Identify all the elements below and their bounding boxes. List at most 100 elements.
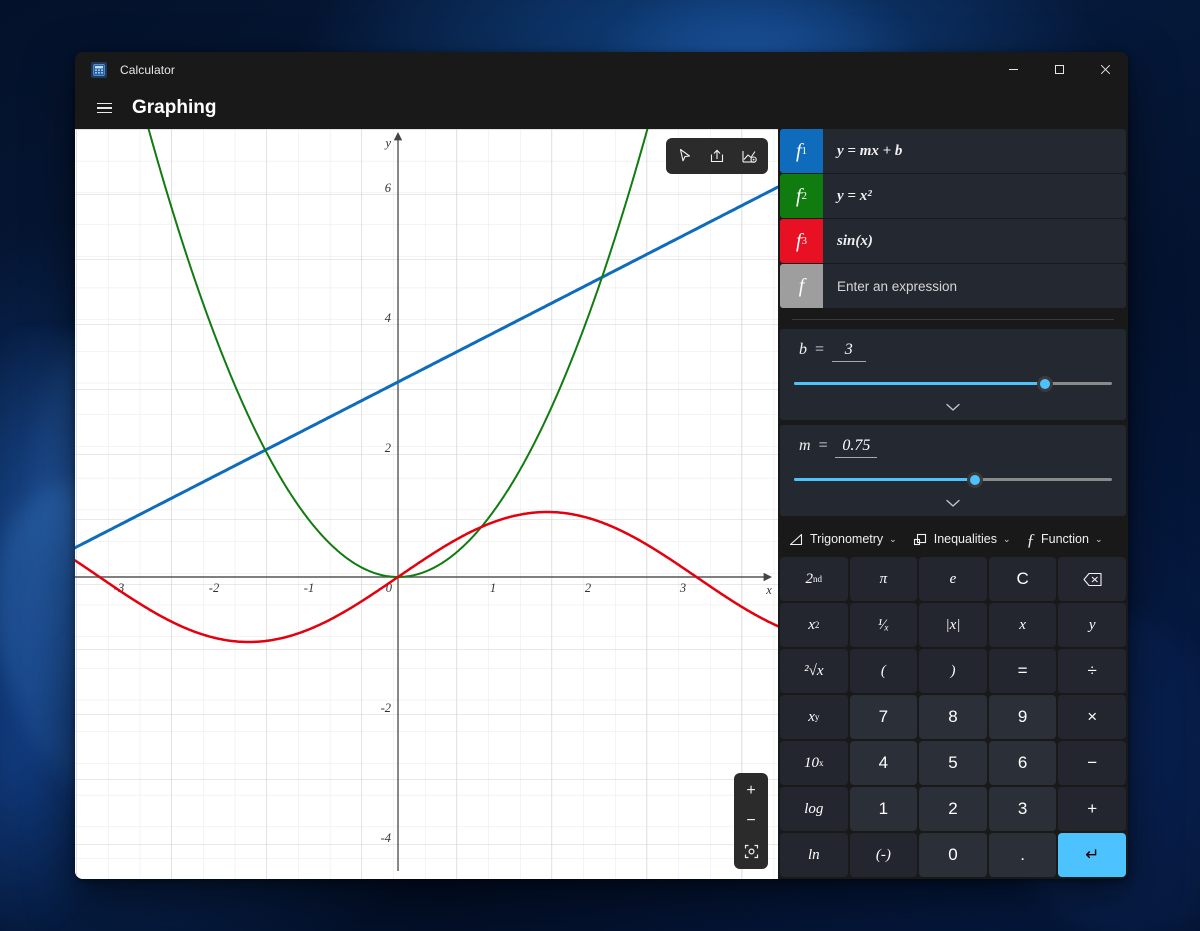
share-icon[interactable] <box>702 141 732 171</box>
key-four[interactable]: 4 <box>850 741 918 785</box>
key-pi[interactable]: π <box>850 557 918 601</box>
key-power[interactable]: xy <box>780 695 848 739</box>
trigonometry-menu[interactable]: Trigonometry ⌄ <box>784 528 902 551</box>
inequalities-menu[interactable]: Inequalities ⌄ <box>908 528 1016 551</box>
key-close-paren[interactable]: ) <box>919 649 987 693</box>
key-variable-y[interactable]: y <box>1058 603 1126 647</box>
equation-color-chip[interactable]: f2 <box>780 174 823 218</box>
key-square-root[interactable]: ²√x <box>780 649 848 693</box>
expression-input[interactable]: Enter an expression <box>823 264 1126 308</box>
variable-header: m=0.75 <box>799 437 1112 458</box>
key-clear[interactable]: C <box>989 557 1057 601</box>
key-square[interactable]: x2 <box>780 603 848 647</box>
trace-icon[interactable] <box>670 141 700 171</box>
equation-color-chip[interactable]: f <box>780 264 823 308</box>
key-decimal[interactable]: . <box>989 833 1057 877</box>
svg-text:-1: -1 <box>304 581 314 595</box>
variable-slider[interactable] <box>794 466 1112 494</box>
maximize-button[interactable] <box>1036 52 1082 87</box>
svg-text:3: 3 <box>679 581 686 595</box>
close-button[interactable] <box>1082 52 1128 87</box>
key-label: 6 <box>1018 753 1027 773</box>
key-six[interactable]: 6 <box>989 741 1057 785</box>
equation-color-chip[interactable]: f1 <box>780 129 823 173</box>
keypad-category-bar: Trigonometry ⌄ Inequalities ⌄ ƒ Func <box>778 521 1128 557</box>
key-label: ÷ <box>1088 661 1097 681</box>
key-label: ( <box>881 663 886 680</box>
key-zero[interactable]: 0 <box>919 833 987 877</box>
key-subtract[interactable]: − <box>1058 741 1126 785</box>
graph-options-icon[interactable] <box>734 141 764 171</box>
svg-text:6: 6 <box>385 181 392 195</box>
key-equals[interactable]: = <box>989 649 1057 693</box>
calculator-icon <box>91 62 107 78</box>
key-three[interactable]: 3 <box>989 787 1057 831</box>
key-divide[interactable]: ÷ <box>1058 649 1126 693</box>
key-five[interactable]: 5 <box>919 741 987 785</box>
key-negate[interactable]: (-) <box>850 833 918 877</box>
svg-text:x: x <box>765 583 772 597</box>
variable-value[interactable]: 3 <box>832 341 866 362</box>
key-two[interactable]: 2 <box>919 787 987 831</box>
key-euler[interactable]: e <box>919 557 987 601</box>
equation-color-chip[interactable]: f3 <box>780 219 823 263</box>
variable-slider[interactable] <box>794 370 1112 398</box>
key-superscript: 2 <box>815 620 820 630</box>
calculator-window: Calculator Graphing <box>75 52 1128 879</box>
equation-expression[interactable]: y = x² <box>823 174 1126 218</box>
svg-text:-4: -4 <box>381 831 391 845</box>
zoom-in-button[interactable]: + <box>737 776 765 806</box>
key-reciprocal[interactable]: ¹⁄ₓ <box>850 603 918 647</box>
backspace-icon <box>1083 572 1102 587</box>
slider-thumb[interactable] <box>967 472 983 488</box>
key-label: 5 <box>948 753 957 773</box>
function-menu[interactable]: ƒ Function ⌄ <box>1022 527 1108 552</box>
slider-thumb[interactable] <box>1037 376 1053 392</box>
app-header: Graphing <box>75 87 1128 129</box>
key-seven[interactable]: 7 <box>850 695 918 739</box>
key-multiply[interactable]: × <box>1058 695 1126 739</box>
key-backspace[interactable] <box>1058 557 1126 601</box>
equation-expression[interactable]: y = mx + b <box>823 129 1126 173</box>
minimize-button[interactable] <box>990 52 1036 87</box>
key-second[interactable]: 2nd <box>780 557 848 601</box>
key-label: e <box>950 571 957 588</box>
function-icon: ƒ <box>1027 531 1036 548</box>
key-label: (-) <box>876 847 891 864</box>
equation-row[interactable]: fEnter an expression <box>780 264 1126 308</box>
equation-row[interactable]: f1y = mx + b <box>780 129 1126 173</box>
key-ten-power-x[interactable]: 10x <box>780 741 848 785</box>
key-label: 2 <box>806 571 814 588</box>
key-enter[interactable]: ↵ <box>1058 833 1126 877</box>
key-open-paren[interactable]: ( <box>850 649 918 693</box>
key-ln[interactable]: ln <box>780 833 848 877</box>
key-label: 4 <box>879 753 888 773</box>
chevron-down-icon[interactable] <box>794 398 1112 416</box>
key-log[interactable]: log <box>780 787 848 831</box>
equation-row[interactable]: f3sin(x) <box>780 219 1126 263</box>
title-bar[interactable]: Calculator <box>75 52 1128 87</box>
zoom-out-button[interactable]: − <box>737 806 765 836</box>
key-one[interactable]: 1 <box>850 787 918 831</box>
svg-text:1: 1 <box>490 581 496 595</box>
key-eight[interactable]: 8 <box>919 695 987 739</box>
hamburger-icon[interactable] <box>87 92 121 124</box>
key-nine[interactable]: 9 <box>989 695 1057 739</box>
graph-canvas[interactable]: -3 -2 -1 0 1 2 3 x 6 4 2 y -2 -4 <box>75 129 778 879</box>
key-label: = <box>1018 661 1028 681</box>
svg-text:-2: -2 <box>209 581 219 595</box>
variable-value[interactable]: 0.75 <box>835 437 877 458</box>
key-label: 2 <box>948 799 957 819</box>
zoom-controls: + − <box>734 773 768 869</box>
key-label: 3 <box>1018 799 1027 819</box>
caption-buttons <box>990 52 1128 87</box>
variable-list: b=3m=0.75 <box>778 329 1128 521</box>
key-absolute-value[interactable]: |x| <box>919 603 987 647</box>
equation-row[interactable]: f2y = x² <box>780 174 1126 218</box>
reset-view-icon[interactable] <box>737 836 765 866</box>
key-add[interactable]: + <box>1058 787 1126 831</box>
chevron-down-icon: ⌄ <box>1003 534 1011 545</box>
equation-expression[interactable]: sin(x) <box>823 219 1126 263</box>
key-variable-x[interactable]: x <box>989 603 1057 647</box>
chevron-down-icon[interactable] <box>794 494 1112 512</box>
